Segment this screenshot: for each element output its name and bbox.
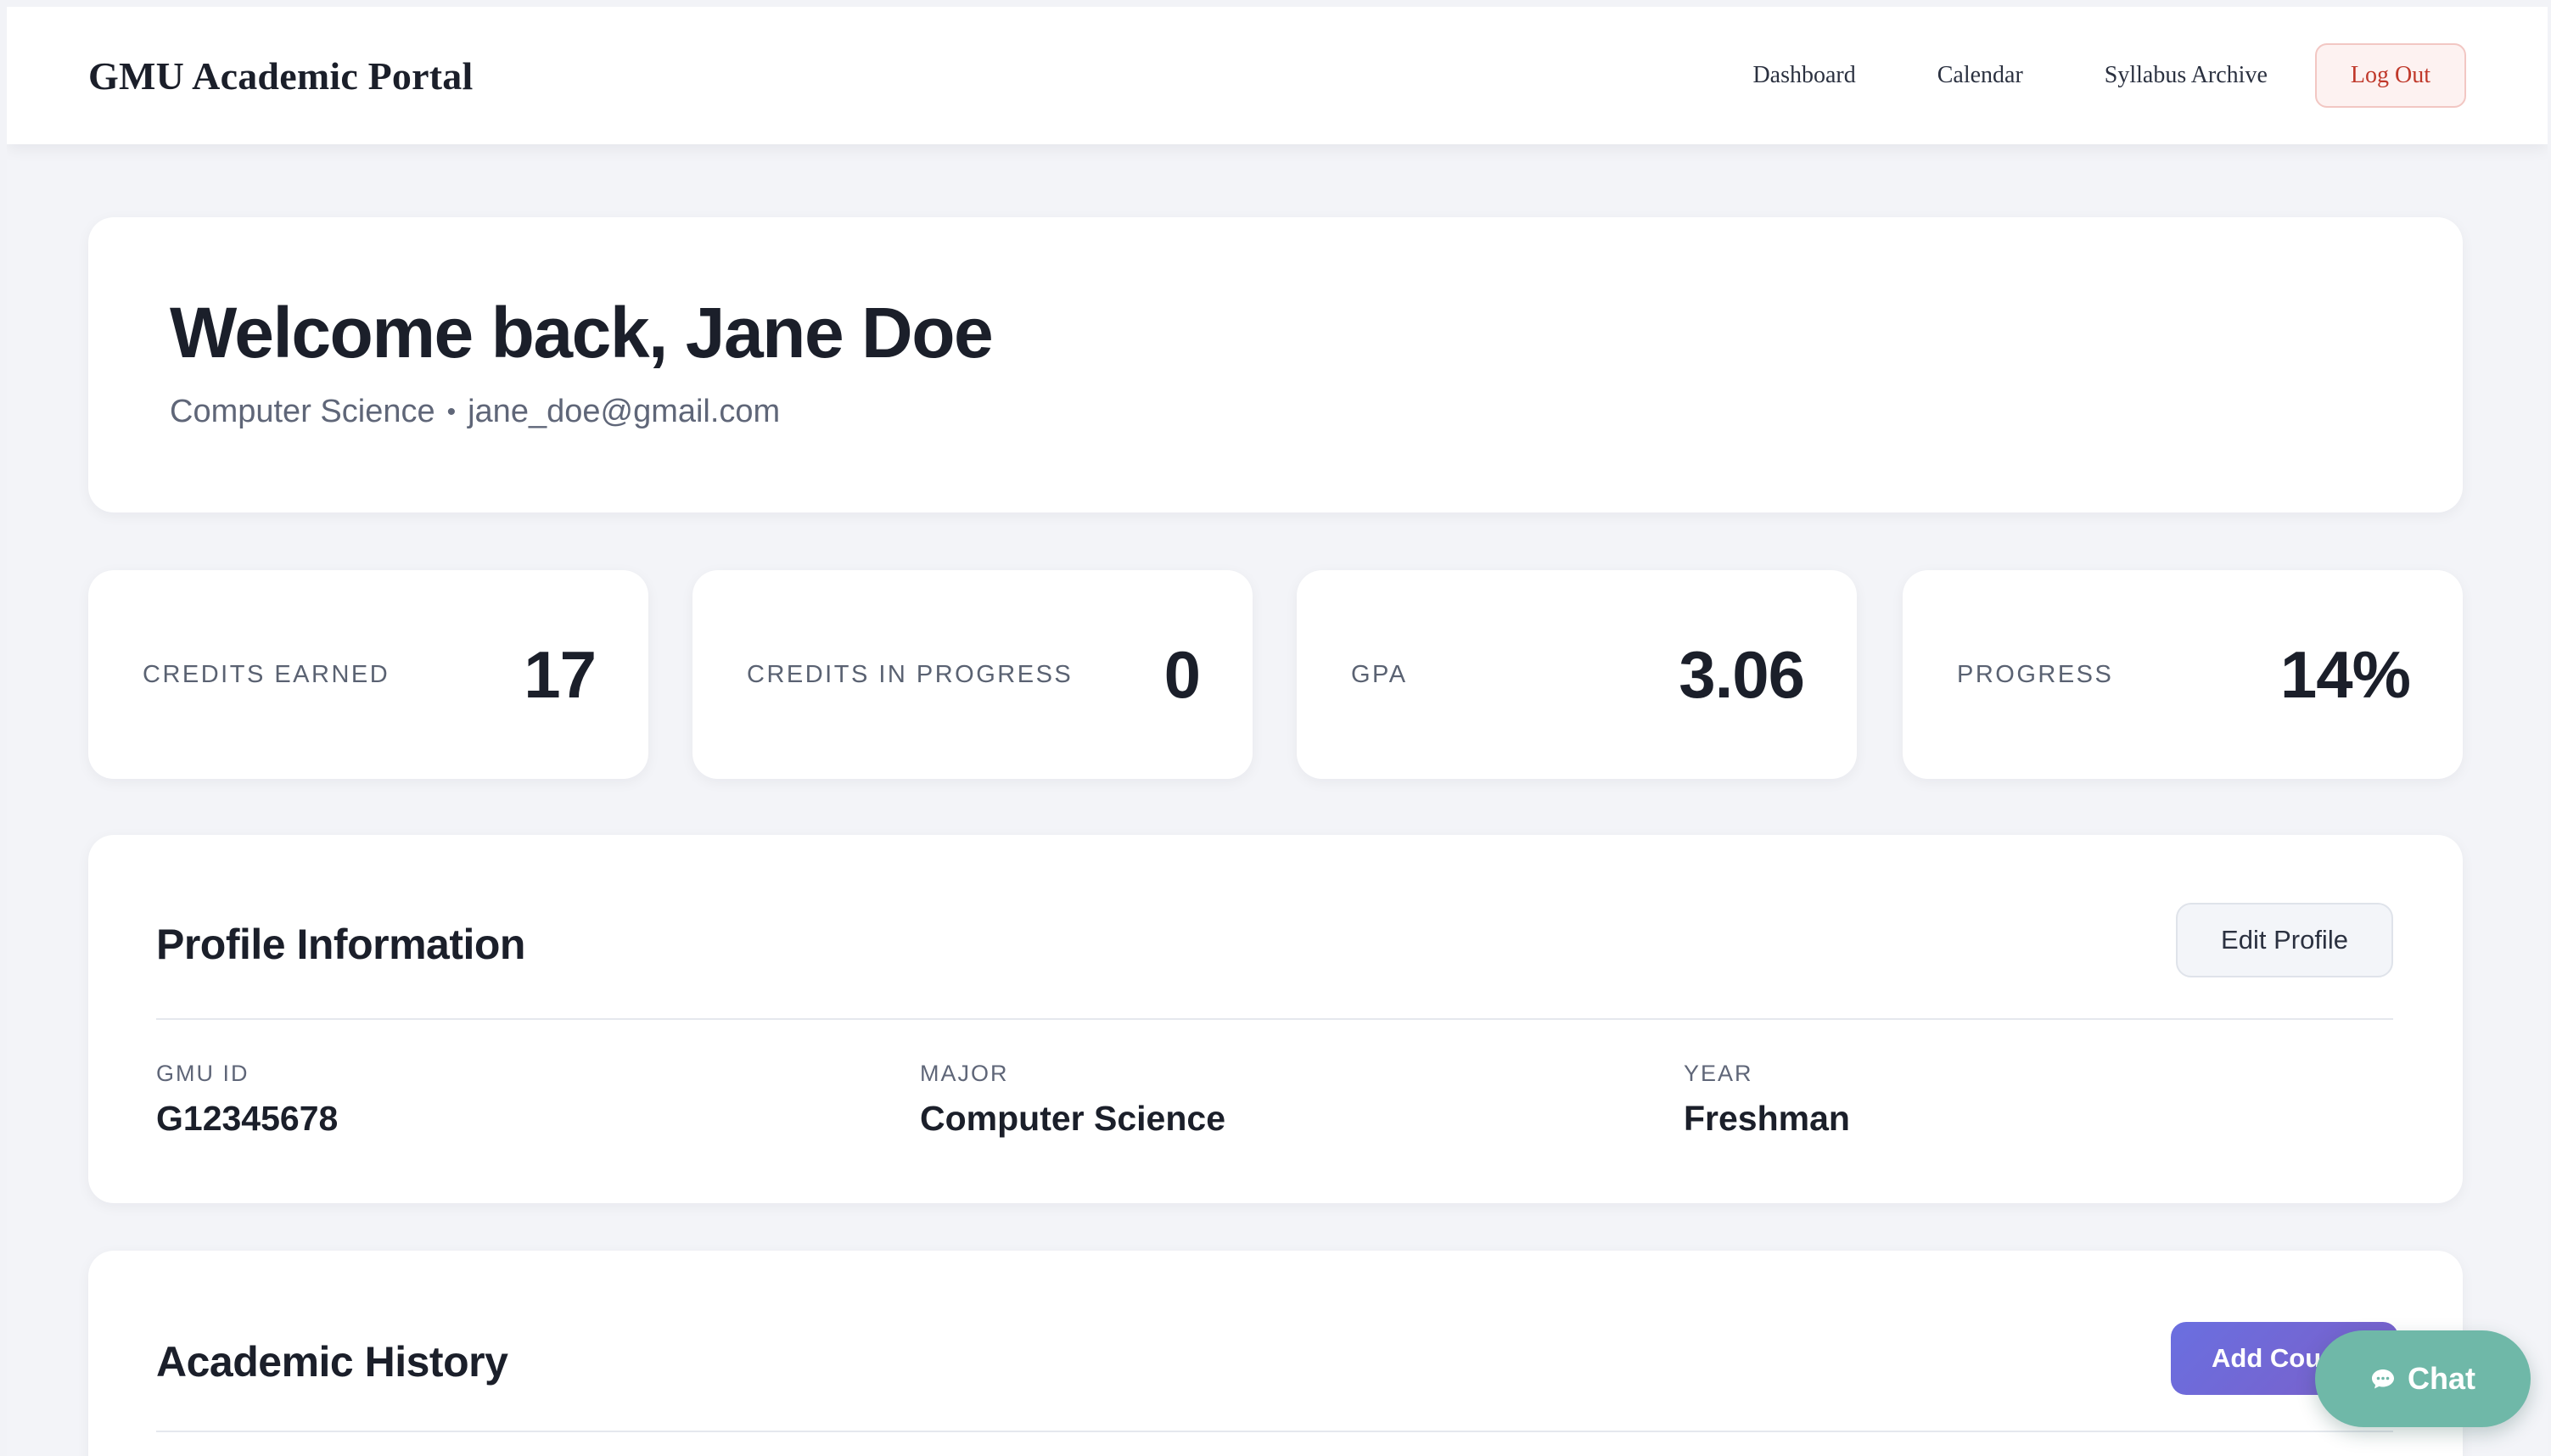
stat-value: 0 (1163, 636, 1201, 712)
field-value: Freshman (1684, 1099, 1850, 1138)
field-value: Computer Science (920, 1099, 1225, 1138)
stat-label: GPA (1351, 660, 1408, 688)
stat-card-gpa: GPA 3.06 (1297, 570, 1857, 779)
field-label: YEAR (1684, 1061, 1753, 1086)
field-value: G12345678 (156, 1099, 339, 1138)
nav-link-dashboard[interactable]: Dashboard (1752, 62, 1855, 89)
profile-field-gmu-id: GMU ID G12345678 (156, 1061, 338, 1139)
stat-card-credits-in-progress: CREDITS IN PROGRESS 0 (692, 570, 1253, 779)
separator-dot: • (446, 397, 457, 426)
stat-value: 14% (2279, 636, 2411, 712)
divider (156, 1431, 2393, 1432)
top-navigation-bar: GMU Academic Portal Dashboard Calendar S… (7, 7, 2548, 144)
profile-information-card: Profile Information Edit Profile GMU ID … (88, 835, 2463, 1203)
nav-link-calendar[interactable]: Calendar (1937, 62, 2023, 89)
portal-brand[interactable]: GMU Academic Portal (88, 53, 473, 98)
divider (156, 1018, 2393, 1020)
student-email: jane_doe@gmail.com (468, 394, 781, 429)
welcome-card: Welcome back, Jane Doe Computer Science … (88, 217, 2463, 512)
chat-label: Chat (2408, 1361, 2475, 1396)
chat-bubble-icon (2372, 1369, 2394, 1389)
field-label: GMU ID (156, 1061, 249, 1086)
section-title: Academic History (156, 1338, 508, 1386)
profile-field-year: YEAR Freshman (1684, 1061, 1850, 1139)
profile-field-major: MAJOR Computer Science (920, 1061, 1225, 1139)
stat-card-progress: PROGRESS 14% (1903, 570, 2463, 779)
logout-button[interactable]: Log Out (2314, 43, 2466, 108)
student-major: Computer Science (170, 394, 435, 429)
welcome-subtitle: Computer Science • jane_doe@gmail.com (170, 394, 2463, 430)
stat-value: 17 (524, 636, 597, 712)
welcome-title: Welcome back, Jane Doe (170, 293, 994, 372)
chat-button[interactable]: Chat (2315, 1330, 2531, 1427)
edit-profile-button[interactable]: Edit Profile (2176, 903, 2393, 977)
section-title: Profile Information (156, 921, 525, 968)
field-label: MAJOR (920, 1061, 1009, 1086)
stat-label: PROGRESS (1957, 660, 2114, 688)
academic-history-card: Academic History Add Course (88, 1251, 2463, 1456)
stat-label: CREDITS EARNED (143, 660, 390, 688)
nav-link-syllabus-archive[interactable]: Syllabus Archive (2105, 62, 2268, 89)
stat-value: 3.06 (1679, 636, 1805, 712)
main-nav: Dashboard Calendar Syllabus Archive Log … (1752, 43, 2466, 108)
page: GMU Academic Portal Dashboard Calendar S… (7, 7, 2548, 1456)
stat-card-credits-earned: CREDITS EARNED 17 (88, 570, 648, 779)
stat-label: CREDITS IN PROGRESS (747, 660, 1074, 688)
